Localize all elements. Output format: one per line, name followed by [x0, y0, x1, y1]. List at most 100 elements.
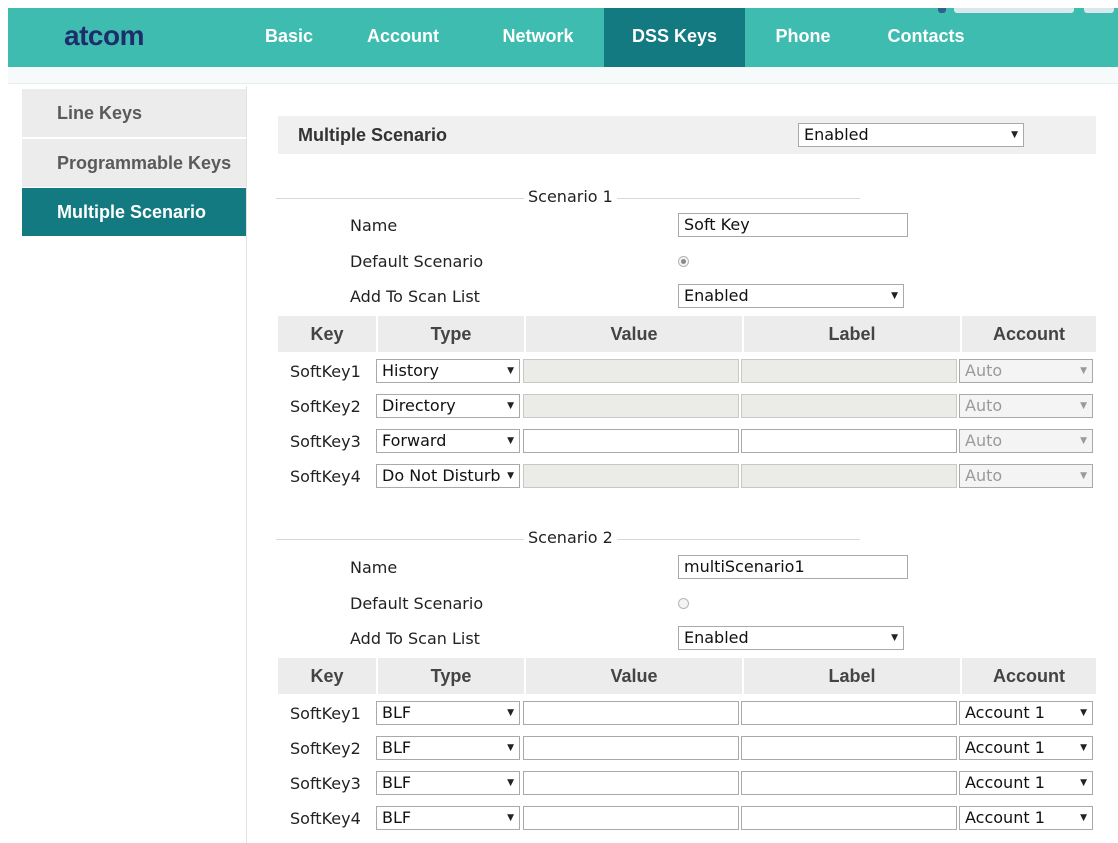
chevron-down-icon: ▼ [1080, 401, 1087, 411]
sidebar-item-line-keys[interactable]: Line Keys [22, 89, 246, 137]
scenario-1-default-radio[interactable] [678, 256, 689, 267]
multiple-scenario-select[interactable]: Enabled ▼ [798, 123, 1024, 147]
row-type-value: Do Not Disturb [382, 466, 501, 485]
row-account-select[interactable]: Account 1 ▼ [959, 771, 1093, 795]
row-key: SoftKey1 [290, 704, 361, 723]
row-account-select[interactable]: Account 1 ▼ [959, 806, 1093, 830]
chevron-down-icon: ▼ [505, 465, 514, 487]
scenario-2-table-header: Key Type Value Label Account [278, 658, 1096, 694]
column-header-account: Account [993, 666, 1065, 686]
row-account-value: Auto [965, 466, 1003, 485]
chevron-down-icon: ▼ [1011, 130, 1018, 140]
tab-phone[interactable]: Phone [758, 8, 848, 67]
row-key: SoftKey2 [290, 397, 361, 416]
row-account-select[interactable]: Auto ▼ [959, 429, 1093, 453]
row-value-input[interactable] [523, 701, 739, 725]
scenario-1-default-label: Default Scenario [350, 252, 484, 271]
row-account-value: Auto [965, 431, 1003, 450]
scenario-2-scan-label: Add To Scan List [350, 629, 480, 648]
column-header-label: Label [828, 324, 876, 344]
row-label-input[interactable] [741, 429, 957, 453]
header-divider [8, 67, 1118, 84]
scenario-1-scan-select-value: Enabled [684, 286, 749, 305]
row-key: SoftKey4 [290, 809, 361, 828]
column-header-key: Key [310, 666, 344, 686]
row-label-input[interactable] [741, 771, 957, 795]
row-type-select[interactable]: BLF ▼ [376, 806, 520, 830]
sidebar-item-programmable-keys[interactable]: Programmable Keys [22, 139, 246, 187]
sidebar: Line Keys Programmable Keys Multiple Sce… [20, 86, 247, 843]
row-label-input[interactable] [741, 359, 957, 383]
row-key: SoftKey1 [290, 362, 361, 381]
row-value-input[interactable] [523, 806, 739, 830]
row-value-input[interactable] [523, 464, 739, 488]
chevron-down-icon: ▼ [1080, 366, 1087, 376]
row-type-select[interactable]: Do Not Disturb ▼ [376, 464, 520, 488]
tab-basic[interactable]: Basic [248, 8, 330, 67]
chevron-down-icon: ▼ [891, 291, 898, 301]
scenario-1-name-label: Name [350, 216, 398, 235]
chevron-down-icon: ▼ [507, 708, 514, 718]
row-type-select[interactable]: BLF ▼ [376, 736, 520, 760]
chevron-down-icon: ▼ [507, 366, 514, 376]
row-key: SoftKey4 [290, 467, 361, 486]
chevron-down-icon: ▼ [507, 401, 514, 411]
chevron-down-icon: ▼ [507, 743, 514, 753]
row-key: SoftKey3 [290, 432, 361, 451]
tab-contacts[interactable]: Contacts [870, 8, 982, 67]
row-account-select[interactable]: Auto ▼ [959, 464, 1093, 488]
row-account-value: Account 1 [965, 808, 1045, 827]
scenario-1-name-input[interactable]: Soft Key [678, 213, 908, 237]
column-header-value: Value [610, 324, 658, 344]
tab-dss-keys[interactable]: DSS Keys [604, 8, 745, 67]
row-type-value: Forward [382, 431, 447, 450]
row-type-value: BLF [382, 703, 412, 722]
column-header-label: Label [828, 666, 876, 686]
scenario-2-name-input[interactable]: multiScenario1 [678, 555, 908, 579]
row-label-input[interactable] [741, 806, 957, 830]
row-value-input[interactable] [523, 359, 739, 383]
scenario-2-default-radio[interactable] [678, 598, 689, 609]
row-type-select[interactable]: Directory ▼ [376, 394, 520, 418]
row-account-value: Auto [965, 361, 1003, 380]
scenario-2-scan-select[interactable]: Enabled ▼ [678, 626, 904, 650]
multiple-scenario-label: Multiple Scenario [298, 125, 448, 145]
row-value-input[interactable] [523, 771, 739, 795]
row-value-input[interactable] [523, 736, 739, 760]
tab-account[interactable]: Account [348, 8, 458, 67]
column-header-account: Account [993, 324, 1065, 344]
row-value-input[interactable] [523, 429, 739, 453]
scenario-1-legend: Scenario 1 [524, 187, 617, 206]
scenario-2-default-label: Default Scenario [350, 594, 484, 613]
row-type-value: History [382, 361, 439, 380]
column-header-type: Type [430, 324, 472, 344]
scenario-1-scan-select[interactable]: Enabled ▼ [678, 284, 904, 308]
chevron-down-icon: ▼ [507, 436, 514, 446]
row-account-select[interactable]: Account 1 ▼ [959, 736, 1093, 760]
row-value-input[interactable] [523, 394, 739, 418]
row-label-input[interactable] [741, 464, 957, 488]
row-type-select[interactable]: BLF ▼ [376, 701, 520, 725]
row-account-select[interactable]: Account 1 ▼ [959, 701, 1093, 725]
row-type-select[interactable]: BLF ▼ [376, 771, 520, 795]
atcom-logo: atcom [64, 20, 144, 51]
row-type-select[interactable]: History ▼ [376, 359, 520, 383]
row-label-input[interactable] [741, 701, 957, 725]
top-header: atcom Basic Account Network DSS Keys Pho… [8, 8, 1118, 67]
row-type-value: BLF [382, 738, 412, 757]
row-account-select[interactable]: Auto ▼ [959, 394, 1093, 418]
row-label-input[interactable] [741, 736, 957, 760]
row-type-select[interactable]: Forward ▼ [376, 429, 520, 453]
chevron-down-icon: ▼ [1080, 471, 1087, 481]
row-account-select[interactable]: Auto ▼ [959, 359, 1093, 383]
main-content: Multiple Scenario Enabled ▼ Scenario 1 N… [246, 86, 1118, 843]
row-label-input[interactable] [741, 394, 957, 418]
chevron-down-icon: ▼ [507, 778, 514, 788]
tab-network[interactable]: Network [480, 8, 596, 67]
column-header-type: Type [430, 666, 472, 686]
sidebar-item-multiple-scenario[interactable]: Multiple Scenario [22, 188, 246, 236]
row-type-value: BLF [382, 808, 412, 827]
scenario-1-table-header: Key Type Value Label Account [278, 316, 1096, 352]
row-account-value: Auto [965, 396, 1003, 415]
row-account-value: Account 1 [965, 703, 1045, 722]
